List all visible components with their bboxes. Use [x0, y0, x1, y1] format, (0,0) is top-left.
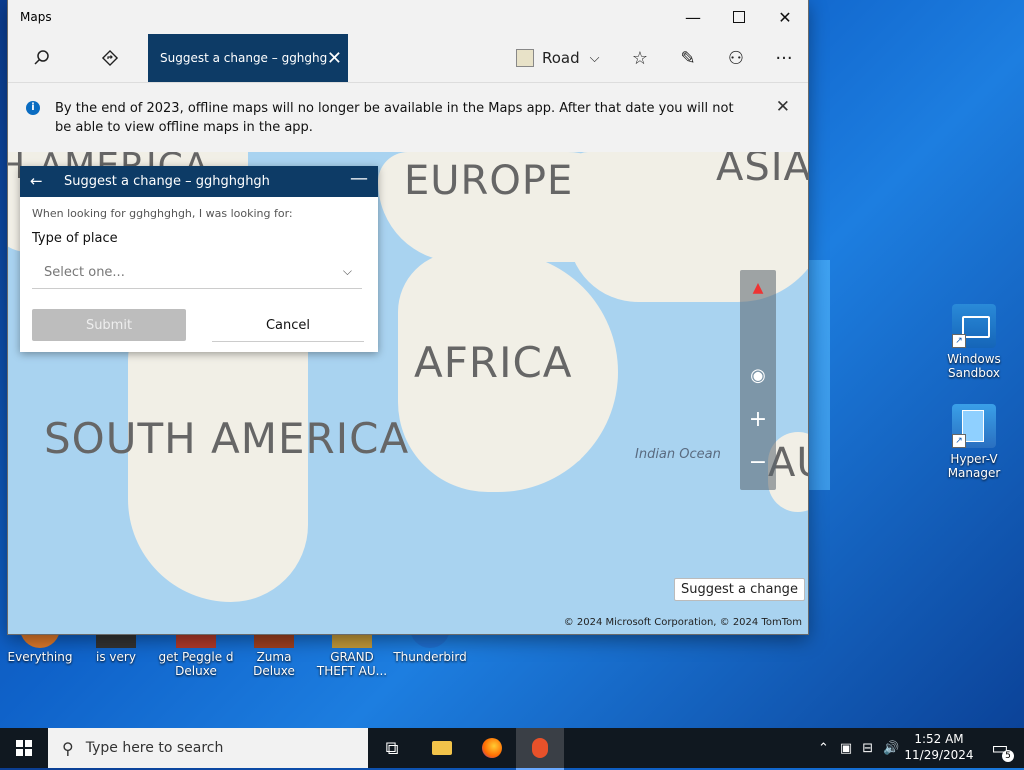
label-asia: ASIA: [716, 152, 808, 190]
pen-icon: ✎: [680, 47, 696, 69]
task-view-button[interactable]: ⧉: [368, 728, 416, 768]
type-of-place-select[interactable]: Select one... ⌵: [32, 258, 362, 289]
system-tray: ⌃ ▣ ⊟ 🔊: [812, 728, 904, 768]
toolbar: Suggest a change – gghghg ✕ Road ⌵ ☆ ✎ ⚇…: [8, 34, 808, 82]
maps-taskbar-button[interactable]: [516, 728, 564, 770]
map-copyright: © 2024 Microsoft Corporation, © 2024 Tom…: [563, 617, 802, 628]
firefox-button[interactable]: [468, 728, 516, 768]
taskbar-search-box[interactable]: ⚲ Type here to search: [48, 728, 368, 768]
land-madagascar: [568, 422, 582, 462]
tab-label: Suggest a change – gghghg: [160, 51, 328, 65]
close-window-button[interactable]: ✕: [762, 0, 808, 34]
account-button[interactable]: ⚇: [712, 34, 760, 82]
windows-logo-icon: [16, 740, 32, 756]
network-icon[interactable]: ⊟: [862, 741, 873, 756]
desktop-icon-hyperv-manager[interactable]: ↗ Hyper-V Manager: [936, 404, 1012, 480]
desktop-icon-label: Zuma Deluxe: [253, 650, 295, 678]
minimize-button[interactable]: —: [670, 0, 716, 34]
desktop-icon-label: get Peggle d Deluxe: [158, 650, 234, 678]
favorites-icon: ☆: [631, 47, 649, 69]
suggest-change-panel: ← Suggest a change – gghghghgh — When lo…: [20, 166, 378, 352]
panel-hint: When looking for gghghghgh, I was lookin…: [32, 207, 293, 220]
search-icon: [34, 50, 49, 65]
taskbar: ⚲ Type here to search ⧉ ⌃ ▣ ⊟ 🔊 1:52 AM …: [0, 728, 1024, 770]
more-icon: ···: [775, 47, 793, 69]
info-icon: i: [26, 101, 40, 115]
chevron-down-icon: ⌵: [589, 50, 600, 66]
zoom-out-icon[interactable]: −: [740, 450, 776, 475]
map-controls: ▲ ◉ + −: [740, 270, 776, 490]
notice-message: By the end of 2023, offline maps will no…: [55, 101, 734, 135]
more-button[interactable]: ···: [760, 34, 808, 82]
maximize-icon: [733, 11, 745, 23]
suggest-change-button[interactable]: Suggest a change: [674, 578, 805, 601]
directions-icon: [101, 49, 119, 67]
action-center-button[interactable]: ▭ 5: [976, 728, 1024, 768]
label-africa: AFRICA: [414, 338, 573, 387]
chevron-down-icon: ⌵: [342, 264, 352, 278]
search-placeholder: Type here to search: [85, 740, 224, 756]
ink-button[interactable]: ✎: [664, 34, 712, 82]
minimize-panel-icon[interactable]: —: [350, 168, 368, 189]
locate-me-icon[interactable]: ◉: [740, 365, 776, 386]
maps-window: Maps — ✕ Suggest a change – gghghg ✕ Roa…: [8, 0, 808, 634]
desktop-icon-label: is very: [96, 650, 136, 664]
volume-icon[interactable]: 🔊: [883, 741, 899, 756]
close-icon: ✕: [778, 7, 792, 27]
notification-count-badge: 5: [1002, 750, 1014, 762]
meet-now-icon[interactable]: ▣: [840, 741, 852, 756]
clock-time: 1:52 AM: [914, 732, 964, 746]
taskbar-clock[interactable]: 1:52 AM 11/29/2024: [904, 731, 974, 763]
hyperv-icon: ↗: [952, 404, 996, 448]
window-title: Maps: [20, 10, 52, 24]
back-arrow-icon[interactable]: ←: [30, 172, 43, 190]
search-button[interactable]: [18, 34, 66, 82]
map-style-dropdown[interactable]: Road ⌵: [516, 34, 600, 82]
desktop-icon-label: Windows Sandbox: [947, 352, 1001, 380]
type-of-place-label: Type of place: [32, 231, 118, 246]
dismiss-notice-button[interactable]: ✕: [776, 97, 790, 117]
sandbox-icon: ↗: [952, 304, 996, 348]
zoom-in-icon[interactable]: +: [740, 407, 776, 432]
show-hidden-icons[interactable]: ⌃: [818, 741, 829, 756]
offline-maps-notice: i By the end of 2023, offline maps will …: [8, 82, 808, 153]
cancel-button[interactable]: Cancel: [212, 309, 364, 342]
minimize-icon: —: [685, 7, 701, 27]
start-button[interactable]: [0, 728, 48, 768]
desktop-icon-label: Everything: [7, 650, 73, 664]
desktop-icon-label: Thunderbird: [393, 650, 467, 664]
clock-date: 11/29/2024: [904, 748, 974, 762]
panel-header: ← Suggest a change – gghghghgh —: [20, 166, 378, 197]
maximize-button[interactable]: [716, 0, 762, 34]
desktop-icon-label: GRAND THEFT AU...: [316, 650, 388, 678]
shortcut-arrow-icon: ↗: [952, 434, 966, 448]
shortcut-arrow-icon: ↗: [952, 334, 966, 348]
favorites-button[interactable]: ☆: [616, 34, 664, 82]
submit-button[interactable]: Submit: [32, 309, 186, 341]
directions-button[interactable]: [86, 34, 134, 82]
desktop-icon-windows-sandbox[interactable]: ↗ Windows Sandbox: [936, 304, 1012, 380]
tab-suggest-change[interactable]: Suggest a change – gghghg ✕: [148, 34, 348, 82]
task-view-icon: ⧉: [385, 737, 399, 759]
map-style-label: Road: [542, 49, 580, 67]
label-indian-ocean: Indian Ocean: [635, 447, 721, 462]
road-style-icon: [516, 49, 534, 67]
desktop-icon-label: Hyper-V Manager: [947, 452, 1001, 480]
title-bar[interactable]: Maps — ✕: [8, 0, 808, 34]
label-europe: EUROPE: [404, 158, 574, 204]
label-south-america: SOUTH AMERICA: [44, 414, 410, 463]
compass-icon[interactable]: ▲: [740, 280, 776, 296]
firefox-icon: [482, 738, 502, 758]
search-icon: ⚲: [62, 738, 74, 758]
maps-icon: [532, 738, 548, 758]
person-add-icon: ⚇: [727, 47, 745, 69]
folder-icon: [432, 741, 452, 755]
close-icon: ✕: [775, 97, 790, 117]
file-explorer-button[interactable]: [418, 728, 466, 768]
select-value: Select one...: [44, 265, 125, 280]
close-tab-icon[interactable]: ✕: [327, 48, 342, 69]
panel-title: Suggest a change – gghghghgh: [64, 174, 270, 189]
